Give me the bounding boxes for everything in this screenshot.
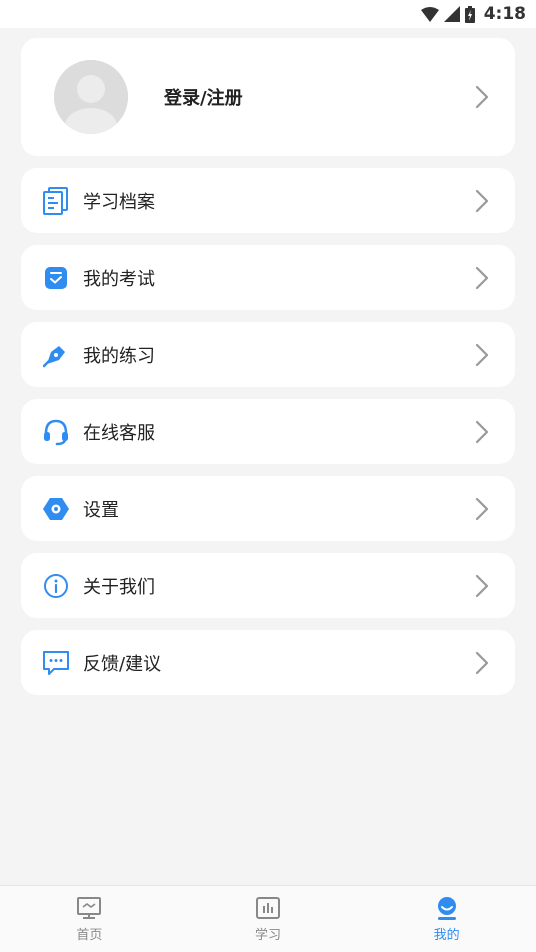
bottom-tab-bar: 首页 学习 我的 — [0, 885, 536, 952]
chevron-right-icon — [475, 189, 489, 212]
chevron-right-icon — [475, 574, 489, 597]
study-record-icon — [42, 186, 70, 215]
menu-item-feedback[interactable]: 反馈/建议 — [21, 630, 515, 695]
menu-item-label: 学习档案 — [83, 191, 155, 213]
menu-item-label: 我的考试 — [83, 268, 155, 290]
menu-item-my-practice[interactable]: 我的练习 — [21, 322, 515, 387]
menu-item-label: 我的练习 — [83, 345, 155, 367]
chevron-right-icon — [475, 420, 489, 443]
status-time: 4:18 — [483, 4, 526, 24]
wifi-icon — [420, 6, 439, 22]
chevron-right-icon — [475, 651, 489, 674]
menu-item-my-exam[interactable]: 我的考试 — [21, 245, 515, 310]
menu-item-label: 关于我们 — [83, 576, 155, 598]
status-bar: 4:18 — [0, 0, 536, 28]
menu-item-about-us[interactable]: 关于我们 — [21, 553, 515, 618]
main-content: 登录/注册 学习档案 我的考试 我的练习 在线客服 设置 关于我们 反馈/建议 — [0, 28, 536, 695]
chevron-right-icon — [475, 85, 489, 109]
chevron-right-icon — [475, 497, 489, 520]
tab-profile[interactable]: 我的 — [357, 886, 536, 952]
exam-icon — [42, 264, 70, 292]
menu-item-label: 在线客服 — [83, 422, 155, 444]
info-icon — [42, 572, 70, 600]
menu-item-label: 反馈/建议 — [83, 653, 162, 675]
tab-label: 学习 — [255, 928, 282, 943]
feedback-icon — [42, 649, 70, 677]
chevron-right-icon — [475, 266, 489, 289]
login-register-card[interactable]: 登录/注册 — [21, 38, 515, 156]
chevron-right-icon — [475, 343, 489, 366]
study-icon — [256, 897, 280, 919]
avatar — [54, 60, 128, 134]
login-register-label: 登录/注册 — [164, 88, 243, 109]
menu-item-settings[interactable]: 设置 — [21, 476, 515, 541]
menu-item-label: 设置 — [83, 499, 119, 521]
default-avatar-icon — [54, 60, 128, 134]
battery-icon — [464, 5, 475, 23]
tab-study[interactable]: 学习 — [179, 886, 358, 952]
cellular-signal-icon — [443, 6, 460, 22]
menu-item-online-service[interactable]: 在线客服 — [21, 399, 515, 464]
settings-icon — [42, 495, 70, 523]
home-icon — [77, 897, 102, 919]
practice-icon — [42, 341, 70, 369]
tab-label: 我的 — [433, 928, 460, 943]
menu-item-study-record[interactable]: 学习档案 — [21, 168, 515, 233]
profile-icon — [437, 897, 456, 920]
headset-icon — [42, 418, 70, 446]
tab-label: 首页 — [76, 928, 103, 943]
tab-home[interactable]: 首页 — [0, 886, 179, 952]
